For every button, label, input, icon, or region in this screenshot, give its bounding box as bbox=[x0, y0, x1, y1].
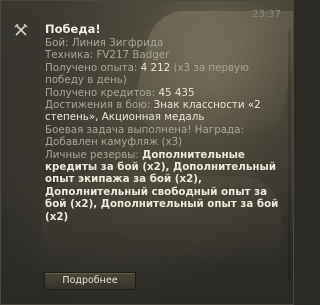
notification-title: Победа! bbox=[45, 22, 101, 36]
credits-value: 45 435 bbox=[158, 86, 195, 99]
mission-row: Боевая задача выполнена! Награда: bbox=[45, 123, 244, 136]
battle-label: Бой: bbox=[45, 37, 69, 49]
xp-label: Получено опыта: bbox=[45, 61, 138, 74]
battle-result-notification: 23:37 Победа! Бой: Линия Зигфрида Техник… bbox=[0, 0, 294, 305]
notification-time: 23:37 bbox=[252, 9, 281, 20]
details-button[interactable]: Подробнее bbox=[44, 272, 136, 290]
scrollbar[interactable] bbox=[288, 31, 291, 281]
reserves-label: Личные резервы: bbox=[45, 148, 139, 161]
battle-value: Линия Зигфрида bbox=[71, 37, 164, 49]
vehicle-value: FV217 Badger bbox=[96, 49, 170, 62]
notification-body: Победа! Бой: Линия Зигфрида Техника: FV2… bbox=[45, 23, 285, 223]
reserves-row: Личные резервы: Дополнительные кредиты з… bbox=[45, 149, 285, 223]
battle-row: Бой: Линия Зигфрида bbox=[45, 37, 285, 49]
xp-row: Получено опыта: 4 212 (x3 за первую побе… bbox=[45, 62, 285, 87]
vehicle-row: Техника: FV217 Badger bbox=[45, 49, 285, 61]
credits-row: Получено кредитов: 45 435 bbox=[45, 87, 285, 99]
credits-label: Получено кредитов: bbox=[45, 86, 156, 99]
crossed-swords-icon bbox=[14, 23, 28, 37]
vehicle-label: Техника: bbox=[45, 49, 94, 62]
achievements-label: Достижения в бою: bbox=[45, 99, 151, 112]
achievements-row: Достижения в бою: Знак классности «2 сте… bbox=[45, 99, 285, 124]
xp-value: 4 212 bbox=[140, 61, 171, 74]
reward-row: Добавлен камуфляж (x3) bbox=[45, 136, 183, 149]
